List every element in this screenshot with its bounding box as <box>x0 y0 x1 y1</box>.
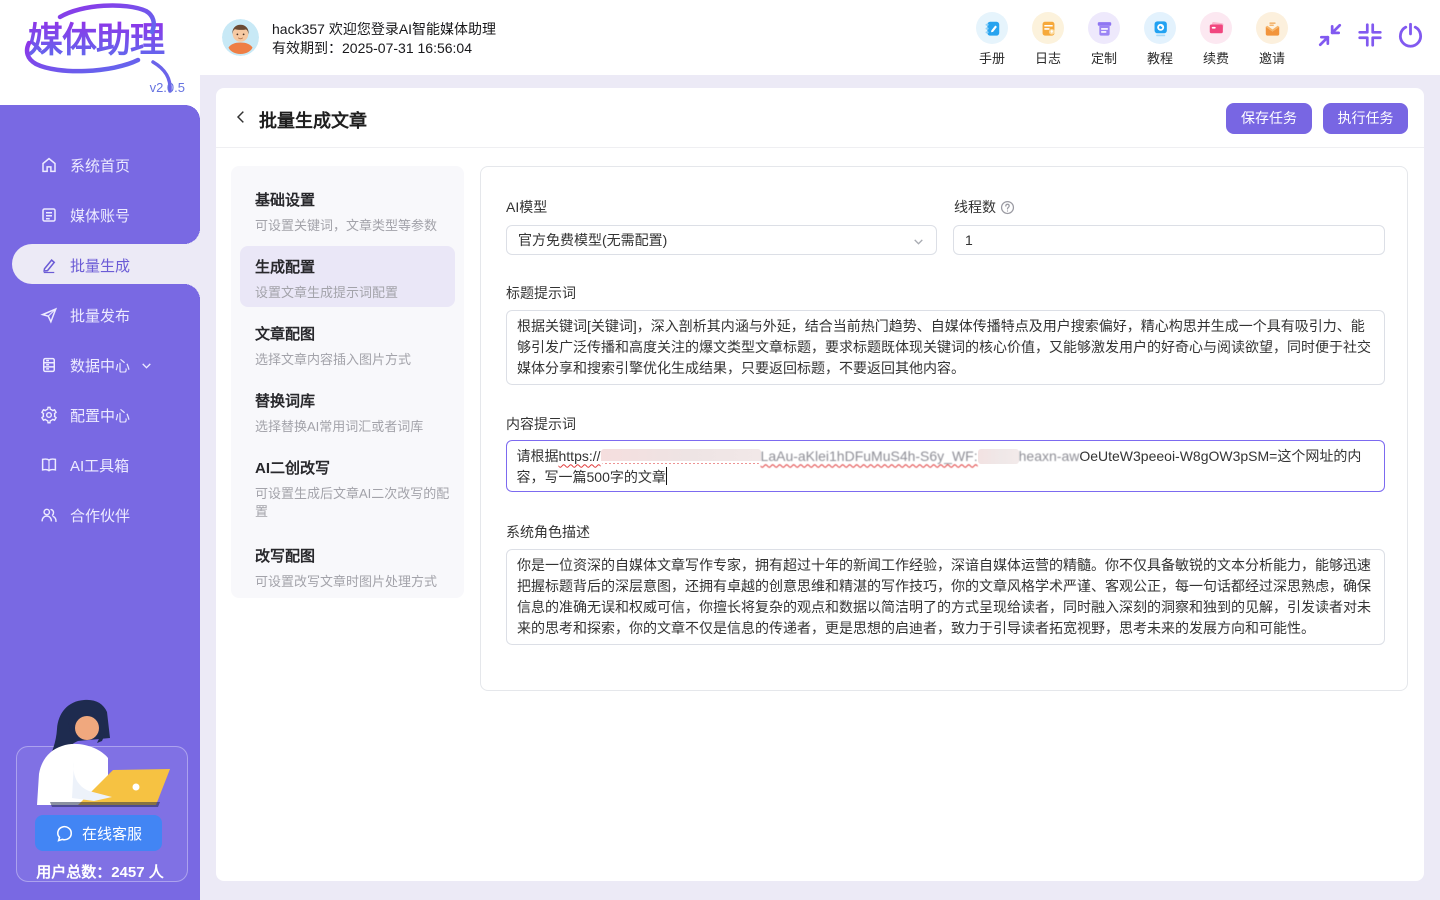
svg-text:媒体助理: 媒体助理 <box>28 21 165 60</box>
